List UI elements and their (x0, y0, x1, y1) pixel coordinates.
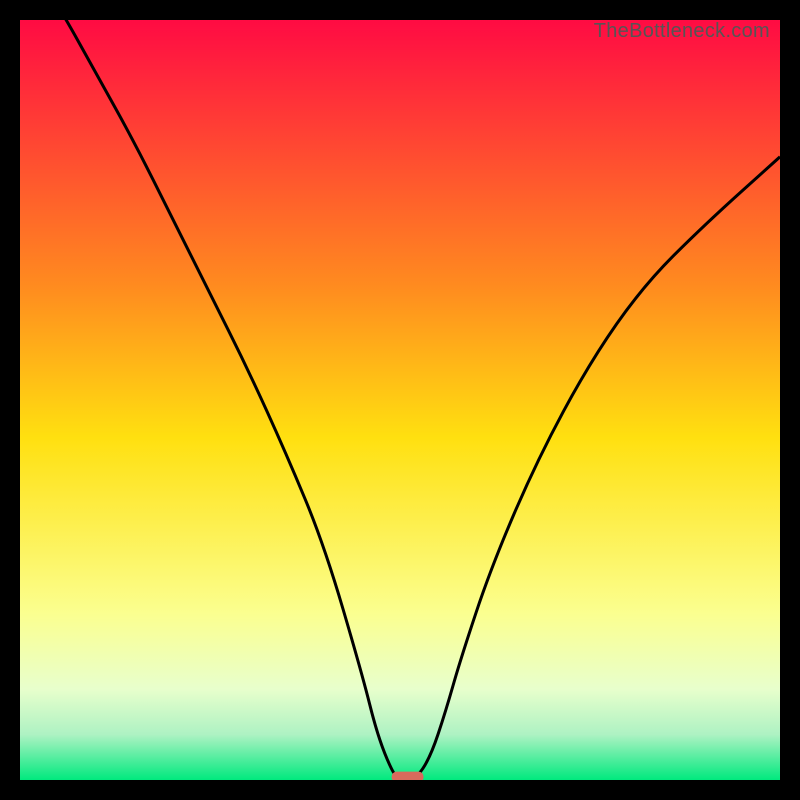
plot-area: TheBottleneck.com (20, 20, 780, 780)
chart-svg (20, 20, 780, 780)
gradient-background (20, 20, 780, 780)
watermark-text: TheBottleneck.com (594, 20, 770, 43)
min-marker (392, 772, 424, 780)
chart-frame: TheBottleneck.com (0, 0, 800, 800)
